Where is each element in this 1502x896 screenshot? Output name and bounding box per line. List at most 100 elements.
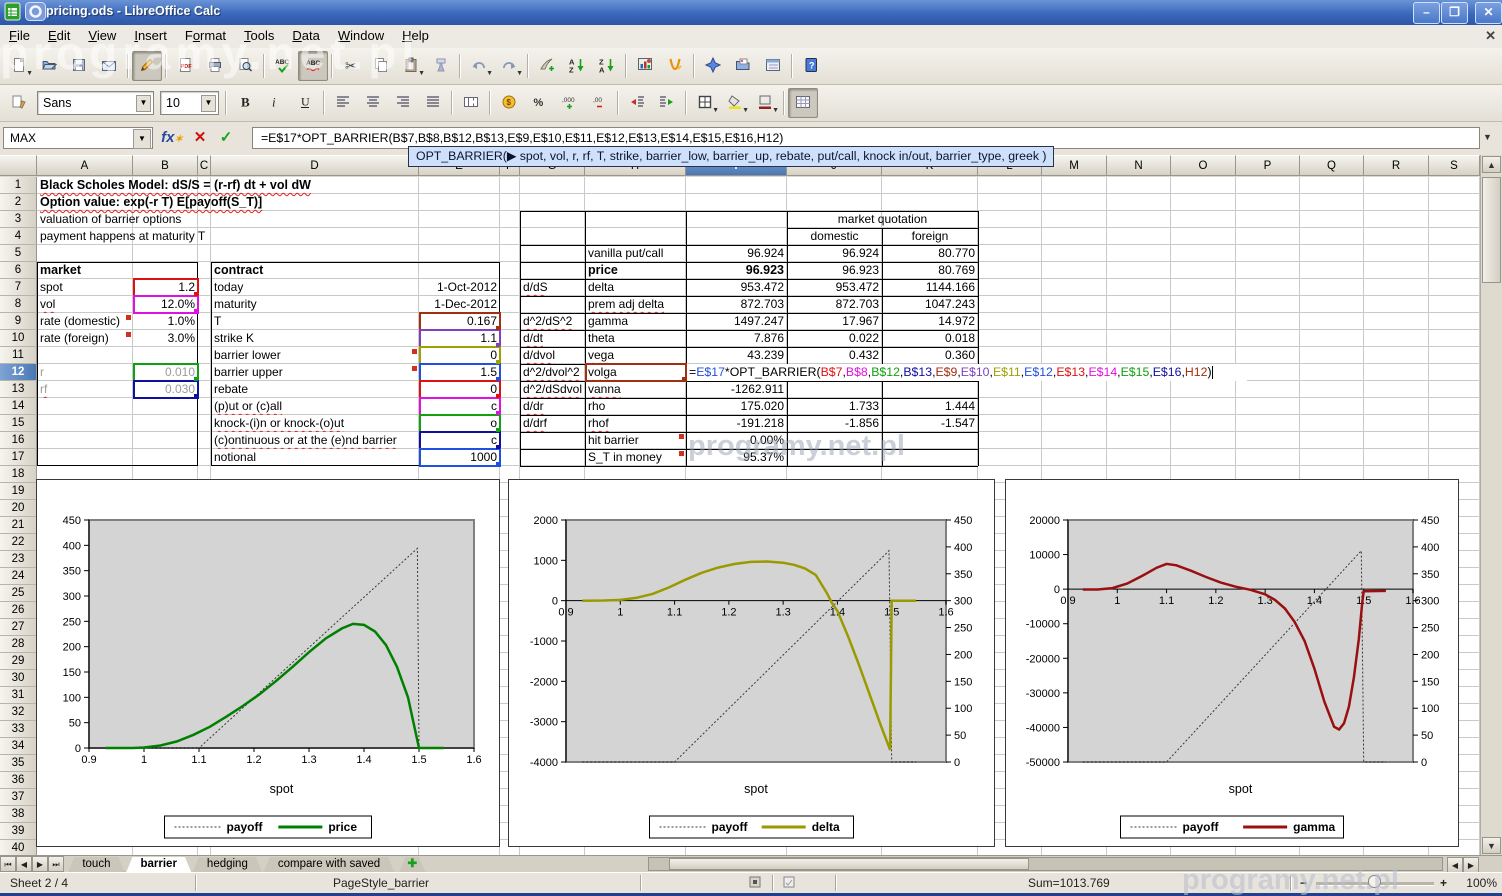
cell-A4[interactable]: payment happens at maturity T (37, 228, 208, 245)
reference-handle[interactable] (682, 377, 686, 381)
row-header-36[interactable]: 36 (0, 772, 37, 789)
cut-button[interactable]: ✂ (336, 51, 366, 81)
cell-H7[interactable]: delta (585, 279, 686, 296)
scroll-down-icon[interactable]: ▼ (1482, 837, 1501, 854)
sheet-grid[interactable]: 1234567891011121314151617181920212223242… (0, 177, 1480, 855)
dropdown-arrow-icon[interactable]: ▼ (742, 107, 749, 114)
cell-D9[interactable]: T (211, 313, 419, 330)
navigator-button[interactable] (698, 51, 728, 81)
row-header-3[interactable]: 3 (0, 211, 37, 228)
row-header-35[interactable]: 35 (0, 755, 37, 772)
cell-K15[interactable]: -1.547 (882, 415, 978, 432)
vertical-scroll-thumb[interactable] (1482, 177, 1501, 283)
column-header-R[interactable]: R (1364, 155, 1429, 176)
insert-chart-button[interactable] (630, 51, 660, 81)
cell-K7[interactable]: 1144.166 (882, 279, 978, 296)
cell-G14[interactable]: d/dr (520, 398, 585, 415)
cell-H6[interactable]: price (585, 262, 686, 279)
copy-button[interactable] (366, 51, 396, 81)
title-bar[interactable]: pricing.ods - LibreOffice Calc – ❐ ✕ (0, 0, 1502, 25)
horizontal-scroll-thumb[interactable] (669, 858, 1029, 870)
decrease-indent-button[interactable] (622, 88, 652, 118)
cell-D17[interactable]: notional (211, 449, 419, 466)
cell-G12[interactable]: d^2/dvol^2 (520, 364, 585, 381)
cell-G10[interactable]: d/dt (520, 330, 585, 347)
cell-J14[interactable]: 1.733 (787, 398, 882, 415)
column-header-A[interactable]: A (37, 155, 133, 176)
zoom-slider-thumb[interactable] (1368, 875, 1381, 888)
row-header-12[interactable]: 12 (0, 364, 37, 381)
in-cell-formula[interactable]: =E$17*OPT_BARRIER(B$7,B$8,B$12,B$13,E$9,… (687, 364, 1247, 381)
cell-H13[interactable]: vanna (585, 381, 686, 398)
select-all-corner[interactable] (0, 155, 37, 176)
paste-button[interactable]: ▼ (396, 51, 426, 81)
font-name-combo[interactable]: Sans▼ (37, 91, 154, 115)
row-header-2[interactable]: 2 (0, 194, 37, 211)
insert-comment-button[interactable] (532, 51, 562, 81)
delete-decimal-button[interactable]: ,00 (584, 88, 614, 118)
auto-spellcheck-button[interactable]: ABC (298, 51, 328, 81)
cell-D6[interactable]: contract (211, 262, 419, 279)
cell-H15[interactable]: rhof (585, 415, 686, 432)
save-button[interactable] (64, 51, 94, 81)
menu-item-data[interactable]: Data (283, 25, 328, 48)
cell-G13[interactable]: d^2/dSdvol (520, 381, 585, 398)
underline-button[interactable]: U (290, 88, 320, 118)
redo-button[interactable]: ▼ (494, 51, 524, 81)
row-header-34[interactable]: 34 (0, 738, 37, 755)
cell-I14[interactable]: 175.020 (686, 398, 787, 415)
cell-K5[interactable]: 80.770 (882, 245, 978, 262)
row-header-39[interactable]: 39 (0, 823, 37, 840)
cell-D8[interactable]: maturity (211, 296, 419, 313)
cell-I17[interactable]: 95.37% (686, 449, 787, 466)
dropdown-arrow-icon[interactable]: ▼ (516, 70, 523, 77)
cell-G11[interactable]: d/dvol (520, 347, 585, 364)
cell-H8[interactable]: prem adj delta (585, 296, 686, 313)
justify-button[interactable] (418, 88, 448, 118)
styles-button[interactable] (4, 88, 34, 118)
cell-G15[interactable]: d/drf (520, 415, 585, 432)
reference-handle[interactable] (496, 394, 500, 398)
percent-button[interactable]: % (524, 88, 554, 118)
cell-D12[interactable]: barrier upper (211, 364, 419, 381)
vertical-scrollbar[interactable]: ▲ ▼ (1480, 155, 1502, 855)
cell-H9[interactable]: gamma (585, 313, 686, 330)
signature-icon[interactable] (782, 875, 796, 891)
cell-K4[interactable]: foreign (882, 228, 978, 245)
row-header-15[interactable]: 15 (0, 415, 37, 432)
prev-sheet-icon[interactable]: ◀ (16, 856, 32, 872)
cell-D15[interactable]: knock-(i)n or knock-(o)ut (211, 415, 419, 432)
currency-button[interactable]: $ (494, 88, 524, 118)
dropdown-arrow-icon[interactable]: ▼ (712, 107, 719, 114)
menu-item-tools[interactable]: Tools (235, 25, 283, 48)
cell-H16[interactable]: hit barrier (585, 432, 686, 449)
expand-formula-bar-icon[interactable]: ▼ (1483, 132, 1492, 142)
selection-sum[interactable]: Sum=1013.769 (1028, 875, 1110, 891)
minimize-button[interactable]: – (1413, 2, 1440, 24)
cell-A12[interactable]: r (37, 364, 133, 381)
bold-button[interactable]: B (230, 88, 260, 118)
reference-handle[interactable] (194, 309, 198, 313)
column-header-D[interactable]: D (211, 155, 419, 176)
dropdown-arrow-icon[interactable]: ▼ (26, 70, 33, 77)
spelling-button[interactable]: ABC (268, 51, 298, 81)
close-button[interactable]: ✕ (1475, 2, 1502, 24)
increase-indent-button[interactable] (652, 88, 682, 118)
align-right-button[interactable] (388, 88, 418, 118)
row-header-32[interactable]: 32 (0, 704, 37, 721)
dropdown-arrow-icon[interactable]: ▼ (418, 70, 425, 77)
row-header-5[interactable]: 5 (0, 245, 37, 262)
cell-A13[interactable]: rf (37, 381, 133, 398)
hscroll-left-icon[interactable]: ◀ (1447, 857, 1463, 873)
cell-I13[interactable]: -1262.911 (686, 381, 787, 398)
column-header-N[interactable]: N (1107, 155, 1171, 176)
cell-D10[interactable]: strike K (211, 330, 419, 347)
help-button[interactable]: ? (796, 51, 826, 81)
row-header-38[interactable]: 38 (0, 806, 37, 823)
row-header-27[interactable]: 27 (0, 619, 37, 636)
zoom-out-icon[interactable]: − (1300, 875, 1307, 891)
cell-H17[interactable]: S_T in money (585, 449, 686, 466)
reference-handle[interactable] (496, 445, 500, 449)
document-close-icon[interactable]: ✕ (1485, 28, 1496, 44)
reference-handle[interactable] (194, 394, 198, 398)
